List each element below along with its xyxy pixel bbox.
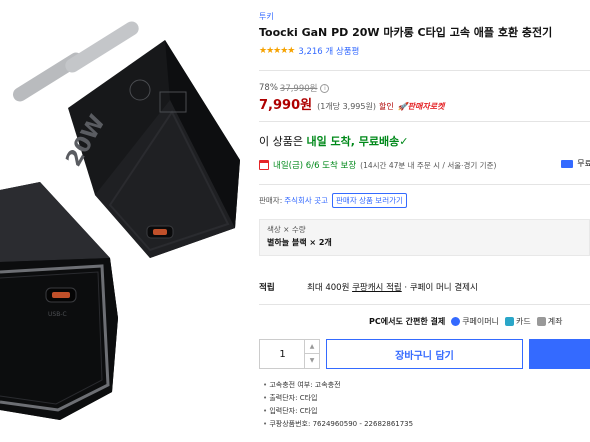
add-to-cart-button[interactable]: 장바구니 담기 (326, 339, 523, 369)
product-image: 20W USB-C (0, 0, 256, 442)
delivery-headline-highlight: 내일 도착, 무료배송 (306, 135, 400, 148)
check-icon: ✓ (399, 135, 409, 148)
star-rating: ★★★★★ (259, 46, 295, 56)
quantity-decrease-button[interactable]: ▼ (304, 354, 319, 368)
free-shipping: 무료 (561, 158, 590, 169)
sale-price: 7,990원 (259, 98, 313, 113)
spec-item: 쿠팡상품번호: 7624960590 - 22682861735 (263, 418, 413, 431)
spec-item: 출력단자: C타입 (263, 392, 413, 405)
cash-suffix: · 쿠페이 머니 결제시 (404, 283, 478, 293)
calendar-icon (259, 160, 269, 170)
price-row: 7,990원 (1개당 3,995원) 할인 🚀판매자로켓 (259, 94, 444, 113)
truck-icon (561, 159, 574, 168)
free-shipping-label: 무료 (577, 159, 590, 168)
delivery-headline-prefix: 이 상품은 (259, 135, 303, 148)
card-icon (505, 317, 514, 326)
delivery-date: 내일(금) 6/6 도착 보장 (273, 161, 357, 171)
option-label: 색상 × 수량 (267, 225, 306, 234)
quantity-input[interactable] (260, 340, 305, 368)
cash-prefix: 최대 400원 (307, 283, 350, 293)
cash-highlight-link[interactable]: 쿠팡캐시 적립 (352, 281, 402, 293)
payment-coupay[interactable]: 쿠페이머니 (451, 316, 499, 327)
sale-label: 할인 (378, 102, 394, 111)
payment-account-label: 계좌 (547, 317, 563, 326)
rating-row: ★★★★★ 3,216 개 상품평 (259, 45, 359, 57)
seller-row: 판매자: 주식회사 곳고 판매자 상품 보러가기 (259, 193, 407, 208)
discount-rate: 78% (259, 83, 278, 93)
cash-label: 적립 (259, 283, 275, 293)
seller-label: 판매자: (259, 196, 283, 205)
divider (259, 121, 590, 122)
unit-price: (1개당 3,995원) (317, 102, 376, 111)
coupay-icon (451, 317, 461, 326)
delivery-note: (14시간 47분 내 주문 시 / 서울⋅경기 기준) (360, 160, 497, 170)
info-icon[interactable]: i (320, 83, 330, 93)
svg-text:USB-C: USB-C (48, 311, 67, 318)
bank-icon (536, 317, 546, 326)
payment-card[interactable]: 카드 (505, 316, 531, 327)
brand-link[interactable]: 투키 (259, 11, 274, 22)
cash-reward-row: 적립 최대 400원 쿠팡캐시 적립 · 쿠페이 머니 결제시 (259, 281, 478, 293)
spec-list: 고속충전 여부: 고속충전 출력단자: C타입 입력단자: C타입 쿠팡상품번호… (263, 379, 413, 431)
spec-item: 입력단자: C타입 (263, 405, 413, 418)
rocket-icon: 🚀 (397, 102, 408, 111)
seller-products-button[interactable]: 판매자 상품 보러가기 (332, 193, 407, 208)
option-value: 별하늘 블랙 × 2개 (267, 238, 332, 247)
product-title: Toocki GaN PD 20W 마카롱 C타입 고속 애플 호환 충전기 (259, 26, 553, 39)
divider (259, 70, 590, 71)
quantity-stepper: ▲ ▼ (259, 339, 320, 369)
payment-title: PC에서도 간편한 결제 (369, 317, 446, 326)
rocket-badge: 🚀판매자로켓 (398, 101, 445, 112)
discount-row: 78% 37,990원 i (259, 82, 330, 94)
rocket-badge-label: 판매자로켓 (407, 102, 445, 111)
buy-now-button[interactable] (529, 339, 590, 369)
spec-item: 고속충전 여부: 고속충전 (263, 379, 413, 392)
payment-card-label: 카드 (516, 317, 531, 326)
payment-account[interactable]: 계좌 (536, 316, 563, 327)
review-count-link[interactable]: 3,216 개 상품평 (298, 45, 359, 57)
charger-illustration: 20W USB-C (0, 21, 240, 420)
product-info-panel: 투키 Toocki GaN PD 20W 마카롱 C타입 고속 애플 호환 충전… (259, 0, 590, 442)
delivery-row: 내일(금) 6/6 도착 보장 (14시간 47분 내 주문 시 / 서울⋅경기… (259, 158, 590, 172)
divider (259, 304, 590, 305)
original-price: 37,990원 (279, 84, 318, 94)
payment-methods: PC에서도 간편한 결제 쿠페이머니 카드 계좌 (369, 316, 568, 327)
selected-option[interactable]: 색상 × 수량 별하늘 블랙 × 2개 (259, 219, 590, 256)
delivery-headline: 이 상품은 내일 도착, 무료배송✓ (259, 133, 409, 149)
divider (259, 184, 590, 185)
seller-name-link[interactable]: 주식회사 곳고 (284, 195, 328, 206)
payment-coupay-label: 쿠페이머니 (462, 317, 499, 326)
quantity-increase-button[interactable]: ▲ (304, 340, 319, 354)
